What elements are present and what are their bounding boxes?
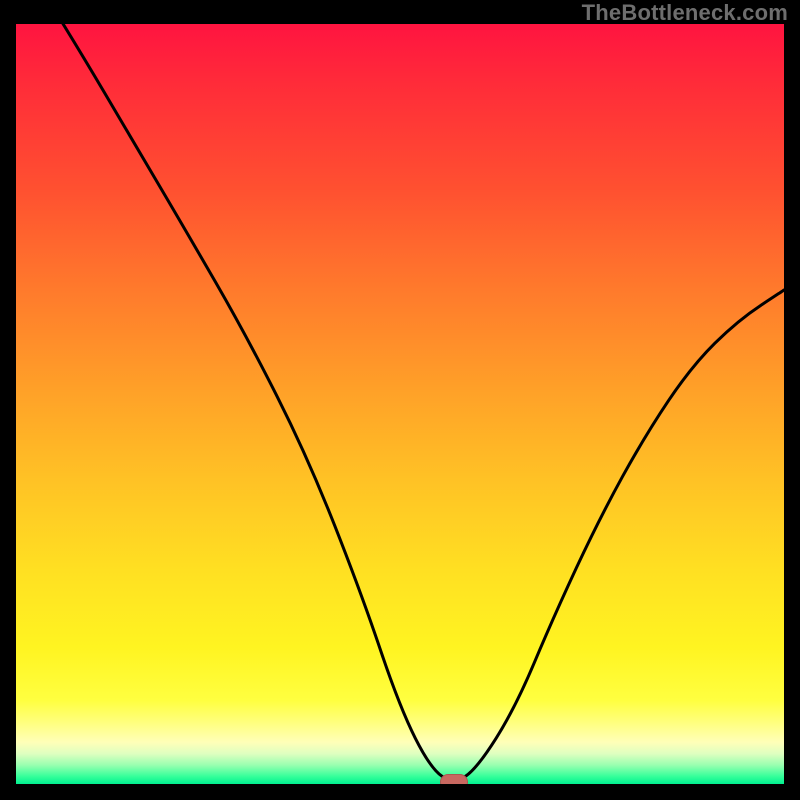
plot-area (16, 24, 784, 784)
minimum-marker (440, 774, 468, 784)
chart-frame: TheBottleneck.com (0, 0, 800, 800)
watermark-text: TheBottleneck.com (582, 0, 788, 26)
bottleneck-curve (16, 24, 784, 784)
